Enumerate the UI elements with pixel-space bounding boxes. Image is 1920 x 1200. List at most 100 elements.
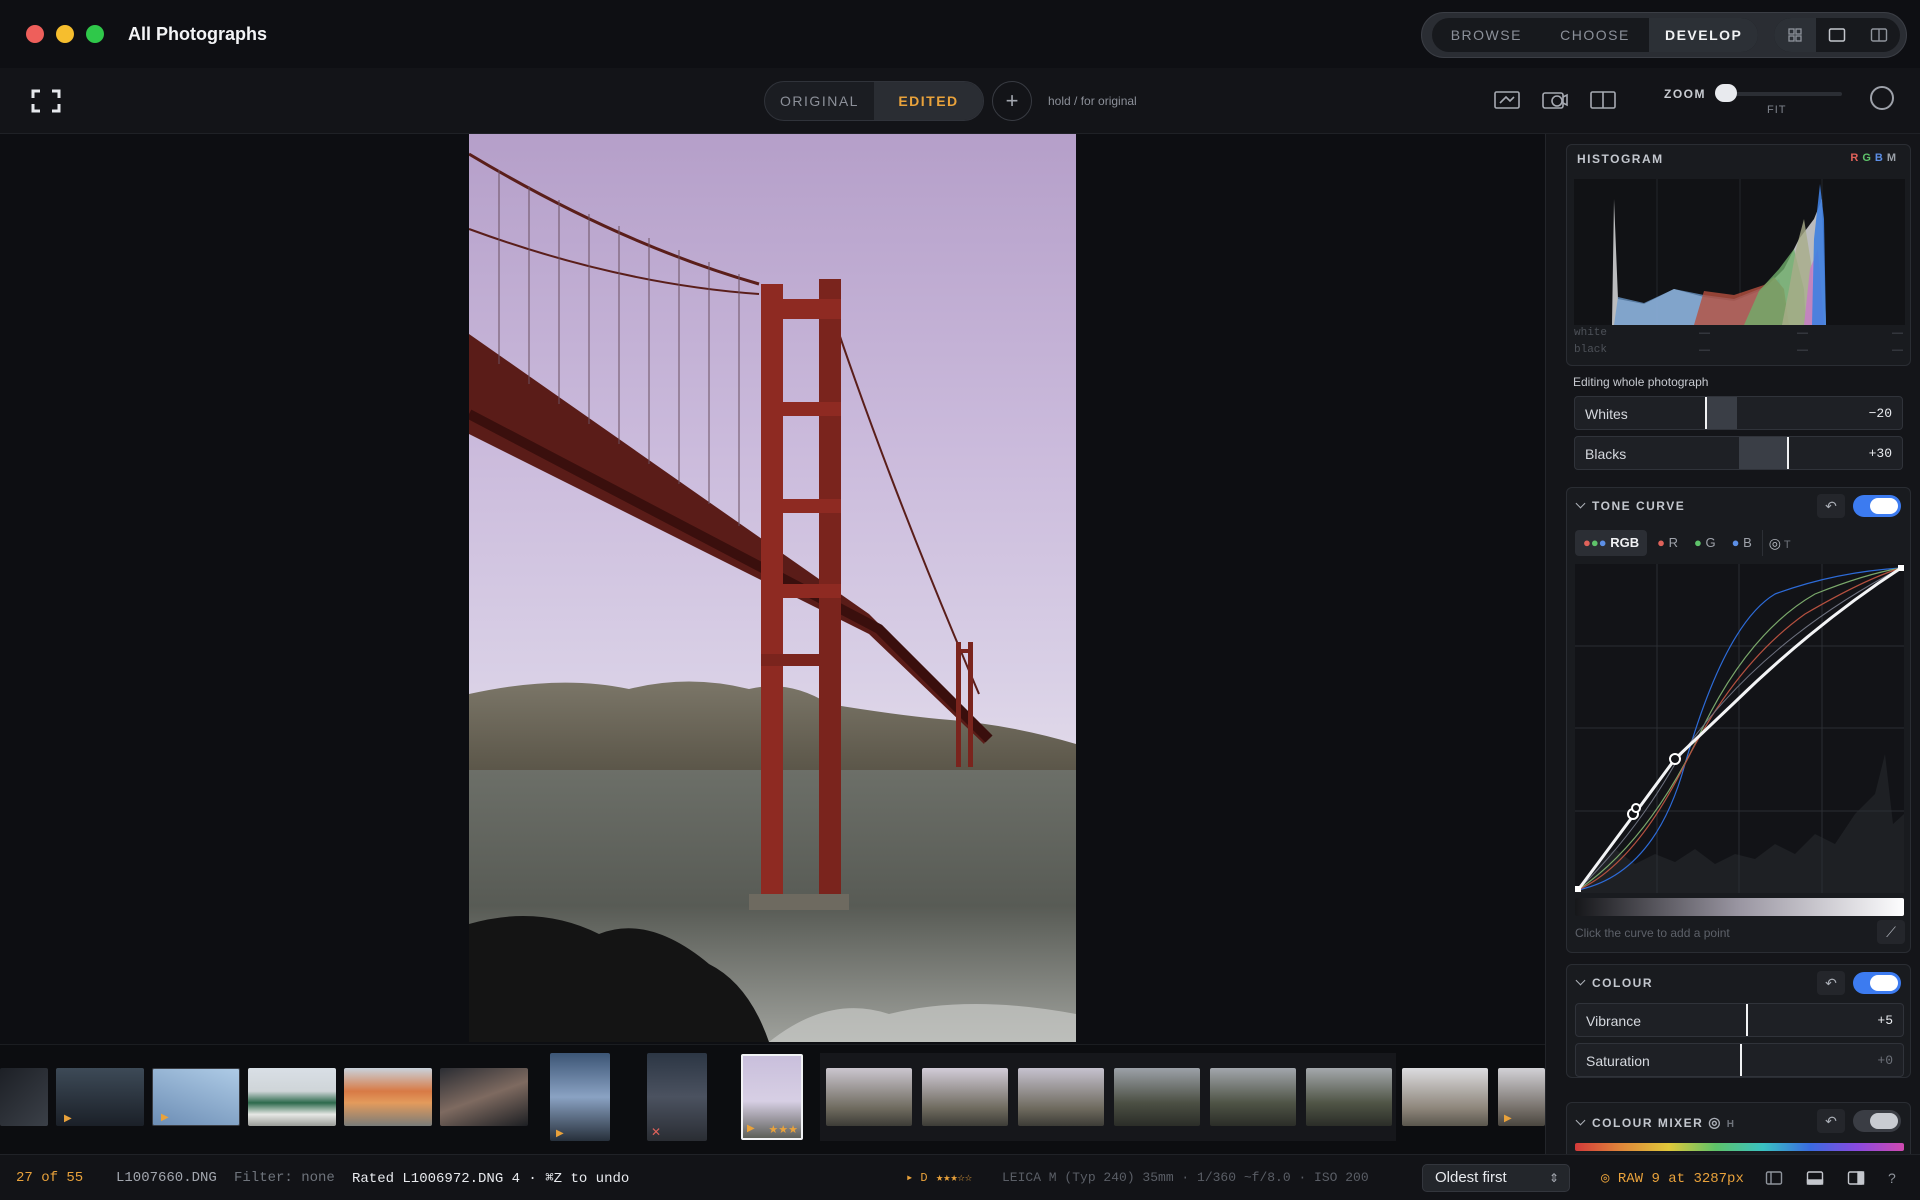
sidebar-left-icon[interactable] [1765,1170,1783,1186]
colour-reset-button[interactable]: ↶ [1817,971,1845,995]
curve-tab-g[interactable]: ● G [1688,530,1722,556]
colour-mixer-header[interactable]: COLOUR MIXER ◎ H [1575,1114,1734,1131]
video-play-icon: ▶ [747,1123,755,1134]
tone-curve-card: TONE CURVE ↶ ●●● RGB ● R ● G ● B ◎ T Cli… [1566,487,1911,953]
undo-icon: ↶ [1825,975,1837,991]
tab-develop[interactable]: DEVELOP [1649,18,1759,52]
blacks-handle[interactable] [1787,437,1789,469]
minimize-window-button[interactable] [56,25,74,43]
zoom-slider-handle[interactable] [1715,84,1737,102]
fullscreen-icon[interactable] [31,89,61,113]
filmstrip-thumbnail[interactable] [1114,1068,1200,1126]
star-rating[interactable]: ★★★☆☆ [936,1170,972,1185]
curve-tab-rgb[interactable]: ●●● RGB [1575,530,1648,556]
curve-tab-b[interactable]: ● B [1726,530,1758,556]
photo-viewer [0,134,1545,1044]
filmstrip-thumbnail[interactable]: ▶ [1498,1068,1545,1126]
curve-tab-rgb-label: RGB [1610,535,1640,550]
hue-bar[interactable] [1575,1143,1904,1151]
edited-photograph[interactable] [469,134,1076,1042]
vibrance-handle[interactable] [1746,1004,1748,1036]
single-view-button[interactable] [1816,18,1858,52]
curve-target-button[interactable]: ◎ T [1761,530,1797,556]
chevron-down-icon [1575,498,1586,509]
lens-correction-icon[interactable] [1541,88,1569,112]
sidebar-right-icon[interactable] [1847,1170,1865,1186]
filmstrip-thumbnail[interactable]: ✕ [647,1053,707,1141]
histogram-channel-b[interactable]: B [1875,152,1887,164]
colour-toggle[interactable] [1853,972,1901,994]
crop-icon[interactable] [1493,88,1521,112]
blacks-value[interactable]: +30 [1869,446,1892,461]
filmstrip-thumbnail[interactable] [1402,1068,1488,1126]
camera-info: LEICA M (Typ 240) 35mm · 1/360 ~f/8.0 · … [1002,1170,1369,1185]
curve-picker-button[interactable]: ⟋ [1877,920,1905,944]
close-window-button[interactable] [26,25,44,43]
video-play-icon: ▶ [1504,1113,1512,1124]
tone-curve-graph[interactable] [1575,564,1904,893]
filmstrip-thumbnail[interactable] [248,1068,336,1126]
filmstrip-thumbnail[interactable] [826,1068,912,1126]
layout-switcher [1774,18,1900,52]
histogram-channel-m[interactable]: M [1887,152,1900,164]
blacks-slider[interactable]: Blacks +30 [1574,436,1903,470]
tone-curve-toggle[interactable] [1853,495,1901,517]
curve-gradient-bar [1575,898,1904,916]
filmstrip-toggle-icon[interactable] [1806,1170,1824,1186]
add-version-button[interactable]: + [992,81,1032,121]
side-by-side-icon[interactable] [1589,88,1617,112]
saturation-handle[interactable] [1740,1044,1742,1076]
mode-switcher: BROWSE CHOOSE DEVELOP [1421,12,1907,58]
black-value: — [1699,344,1710,356]
histogram-channel-g[interactable]: G [1862,152,1875,164]
updown-chevron-icon: ⇕ [1548,1171,1559,1185]
filmstrip-thumbnail[interactable]: ▶ [56,1068,144,1126]
whites-slider[interactable]: Whites −20 [1574,396,1903,430]
compare-view-button[interactable] [1858,18,1900,52]
sort-order-select[interactable]: Oldest first ⇕ [1422,1164,1570,1192]
filmstrip-thumbnail[interactable] [1018,1068,1104,1126]
histogram-graph [1574,179,1905,325]
vibrance-value[interactable]: +5 [1877,1013,1893,1028]
grid-view-button[interactable] [1774,18,1816,52]
original-button[interactable]: ORIGINAL [765,82,874,120]
toggle-knob [1870,1113,1898,1129]
filmstrip-thumbnail-selected[interactable]: ▶ ★★★ [741,1054,803,1140]
flag-indicator[interactable]: ▸ D [906,1170,928,1185]
tab-choose[interactable]: CHOOSE [1541,18,1650,52]
curve-tab-b-label: B [1743,535,1752,550]
tone-curve-header[interactable]: TONE CURVE [1575,498,1685,513]
colour-mixer-reset-button[interactable]: ↶ [1817,1109,1845,1133]
filmstrip-thumbnail[interactable] [1210,1068,1296,1126]
curve-tab-r[interactable]: ● R [1651,530,1684,556]
histogram-channel-r[interactable]: R [1850,152,1862,164]
filmstrip-thumbnail[interactable] [922,1068,1008,1126]
tone-curve-reset-button[interactable]: ↶ [1817,494,1845,518]
filmstrip-thumbnail[interactable] [1306,1068,1392,1126]
saturation-slider[interactable]: Saturation +0 [1575,1043,1904,1077]
raw-info-text: RAW 9 at 3287px [1617,1171,1744,1187]
filmstrip-thumbnail[interactable] [344,1068,432,1126]
curve-target-label: T [1783,539,1791,551]
edited-button[interactable]: EDITED [874,82,983,120]
help-button[interactable]: ? [1888,1170,1896,1186]
undo-icon: ↶ [1825,498,1837,514]
vibrance-slider[interactable]: Vibrance +5 [1575,1003,1904,1037]
filter-status[interactable]: Filter: none [234,1170,335,1186]
maximize-window-button[interactable] [86,25,104,43]
filmstrip-thumbnail[interactable] [0,1068,48,1126]
info-circle-button[interactable] [1870,86,1894,110]
black-value-2: — [1797,344,1808,356]
chevron-down-icon [1575,1115,1586,1126]
tab-browse[interactable]: BROWSE [1432,18,1541,52]
saturation-value[interactable]: +0 [1877,1053,1893,1068]
filmstrip-thumbnail[interactable] [440,1068,528,1126]
filmstrip-thumbnail[interactable]: ▶ [152,1068,240,1126]
whites-value[interactable]: −20 [1869,406,1892,421]
colour-mixer-toggle[interactable] [1853,1110,1901,1132]
colour-mixer-card: COLOUR MIXER ◎ H ↶ [1566,1102,1911,1154]
colour-header[interactable]: COLOUR [1575,975,1653,990]
filmstrip-thumbnail[interactable]: ▶ [550,1053,610,1141]
whites-handle[interactable] [1705,397,1707,429]
target-icon[interactable]: ◎ [1708,1114,1722,1130]
